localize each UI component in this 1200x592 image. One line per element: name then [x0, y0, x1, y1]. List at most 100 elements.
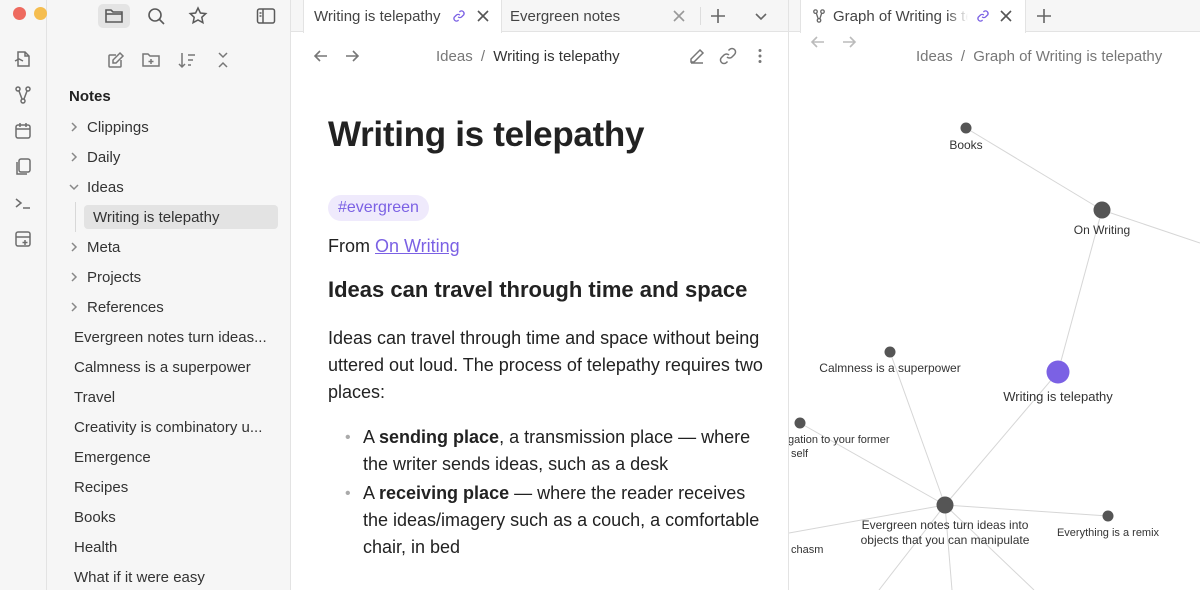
graph-node-label: Calmness is a superpower	[819, 361, 960, 375]
graph-node-label: objects that you can manipulate	[861, 533, 1030, 547]
folder-label: References	[87, 298, 164, 316]
file-tree: Clippings Daily Ideas Writing is telepat…	[47, 112, 291, 592]
minimize-window-button[interactable]	[34, 7, 47, 20]
file-item[interactable]: Evergreen notes turn ideas...	[47, 322, 291, 352]
sidebar-top-bar	[47, 0, 291, 32]
folder-projects[interactable]: Projects	[47, 262, 291, 292]
file-item[interactable]: Emergence	[47, 442, 291, 472]
sidebar-toggle-icon[interactable]	[250, 4, 282, 28]
link-icon	[977, 10, 989, 22]
file-item[interactable]: Creativity is combinatory u...	[47, 412, 291, 442]
new-tab-plus-icon[interactable]	[708, 6, 728, 26]
new-tab-plus-icon[interactable]	[1034, 6, 1054, 26]
link-icon[interactable]	[719, 47, 737, 65]
breadcrumb-parent[interactable]: Ideas	[436, 48, 473, 65]
file-label: Emergence	[74, 448, 151, 466]
file-item[interactable]: Recipes	[47, 472, 291, 502]
folder-references[interactable]: References	[47, 292, 291, 322]
templates-icon[interactable]	[12, 156, 34, 178]
breadcrumb-separator: /	[480, 48, 486, 65]
graph-node[interactable]	[1093, 201, 1111, 219]
graph-node-label: Everything is a remix	[1057, 527, 1160, 539]
breadcrumb-current[interactable]: Writing is telepathy	[493, 48, 619, 65]
tab-writing-is-telepathy[interactable]: Writing is telepathy	[303, 0, 502, 33]
chevron-right-icon	[71, 242, 78, 252]
graph-node-label: chasm	[791, 544, 823, 556]
folder-label: Meta	[87, 238, 121, 256]
bullet-item: A receiving place — where the reader rec…	[328, 480, 768, 561]
folder-label: Projects	[87, 268, 142, 286]
folder-meta[interactable]: Meta	[47, 232, 291, 262]
graph-node-label: gation to your former	[789, 434, 890, 446]
body-paragraph: Ideas can travel through time and space …	[328, 328, 763, 402]
edit-pencil-icon[interactable]	[688, 47, 706, 65]
tab-bar: Writing is telepathy Evergreen notes Gra…	[291, 0, 1200, 33]
chevron-right-icon	[71, 152, 78, 162]
close-tab-icon[interactable]	[999, 9, 1013, 23]
command-palette-icon[interactable]	[12, 192, 34, 214]
collapse-all-icon[interactable]	[211, 48, 235, 72]
file-label: Writing is telepathy	[93, 208, 220, 226]
new-canvas-icon[interactable]	[12, 228, 34, 250]
tag-evergreen[interactable]: #evergreen	[328, 195, 429, 221]
folder-ideas[interactable]: Ideas	[47, 172, 291, 202]
graph-node[interactable]	[936, 496, 954, 514]
graph-icon	[813, 9, 825, 23]
tab-label: Writing is telepathy	[314, 8, 441, 25]
file-item[interactable]: Calmness is a superpower	[47, 352, 291, 382]
section-heading: Ideas can travel through time and space	[328, 277, 748, 302]
file-item[interactable]: Health	[47, 532, 291, 562]
graph-view-pane[interactable]: Ideas / Graph of Writing is telepathy Bo…	[789, 33, 1200, 590]
graph-node[interactable]	[884, 346, 896, 358]
tab-graph-of-writing-is-telepathy[interactable]: Graph of Writing is telepathy	[800, 0, 1026, 33]
sort-icon[interactable]	[175, 48, 199, 72]
editor-header: Ideas / Writing is telepathy	[292, 33, 788, 79]
link-icon	[453, 10, 465, 22]
forward-arrow-icon[interactable]	[343, 47, 361, 65]
bullet-prefix: A	[363, 483, 380, 503]
file-item[interactable]: Travel	[47, 382, 291, 412]
new-folder-icon[interactable]	[139, 48, 163, 72]
graph-view-icon[interactable]	[12, 84, 34, 106]
file-writing-is-telepathy[interactable]: Writing is telepathy	[47, 202, 291, 232]
graph-node[interactable]	[960, 122, 972, 134]
bullet-prefix: A	[363, 427, 380, 447]
file-item[interactable]: Books	[47, 502, 291, 532]
files-icon[interactable]	[98, 4, 130, 28]
tab-list-chevron-down-icon[interactable]	[751, 6, 771, 26]
graph-node-label-active: Writing is telepathy	[1003, 389, 1113, 404]
more-options-icon[interactable]	[751, 47, 769, 65]
close-tab-icon[interactable]	[672, 9, 686, 23]
folder-label: Ideas	[87, 178, 124, 196]
back-arrow-icon[interactable]	[312, 47, 330, 65]
open-quick-switcher-icon[interactable]	[12, 48, 34, 70]
folder-clippings[interactable]: Clippings	[47, 112, 291, 142]
chevron-right-icon	[71, 122, 78, 132]
editor-pane: Ideas / Writing is telepathy Writing is …	[292, 33, 788, 590]
graph-canvas[interactable]: Books On Writing Calmness is a superpowe…	[789, 33, 1200, 590]
vault-title: Notes	[69, 88, 111, 105]
new-note-icon[interactable]	[104, 48, 128, 72]
file-explorer-actions	[47, 48, 291, 72]
tab-evergreen-notes[interactable]: Evergreen notes	[502, 0, 700, 32]
graph-node-label: Evergreen notes turn ideas into	[862, 518, 1029, 532]
daily-note-icon[interactable]	[12, 120, 34, 142]
left-ribbon	[0, 0, 68, 590]
bullet-item: A sending place, a transmission place — …	[328, 424, 768, 478]
note-title: Writing is telepathy	[328, 115, 645, 154]
on-writing-link[interactable]: On Writing	[375, 236, 460, 256]
search-icon[interactable]	[140, 4, 172, 28]
bookmarks-icon[interactable]	[182, 4, 214, 28]
tab-label: Graph of Writing is telepathy	[833, 8, 968, 25]
close-tab-icon[interactable]	[476, 9, 490, 23]
graph-node-label: On Writing	[1074, 223, 1130, 237]
folder-daily[interactable]: Daily	[47, 142, 291, 172]
graph-node[interactable]	[794, 417, 806, 429]
file-item[interactable]: What if it were easy	[47, 562, 291, 592]
graph-node-label: self	[791, 448, 809, 460]
graph-node-active[interactable]	[1046, 360, 1070, 384]
document-content[interactable]: Writing is telepathy #evergreen From On …	[328, 115, 768, 561]
graph-node[interactable]	[1102, 510, 1114, 522]
close-window-button[interactable]	[13, 7, 26, 20]
chevron-right-icon	[71, 272, 78, 282]
